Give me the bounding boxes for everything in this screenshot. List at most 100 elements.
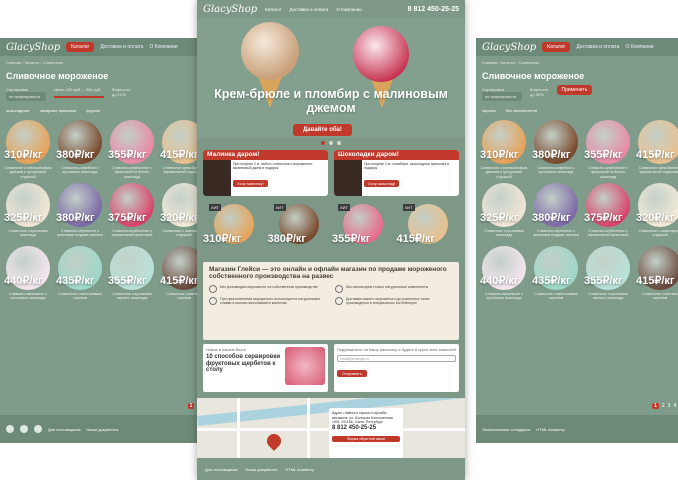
- page-1[interactable]: 1: [187, 403, 195, 409]
- apply-button[interactable]: Применить: [556, 85, 593, 95]
- fat-option[interactable]: до 30%: [530, 92, 549, 97]
- sort-select[interactable]: по популярности: [482, 92, 522, 101]
- price-slider[interactable]: [54, 96, 104, 98]
- product-name[interactable]: Сливочное с кусочками шоколада: [4, 229, 52, 238]
- product-card[interactable]: 310₽/кг Сливочное с апельсиновым джемом и…: [480, 120, 528, 180]
- fill-option[interactable]: сахарные присыпки: [40, 108, 77, 113]
- product-card[interactable]: 355₽/кг Сливочно-клубничное с присыпкой и…: [584, 120, 632, 180]
- docs-link[interactable]: Наши документы: [87, 427, 119, 432]
- product-card[interactable]: 375₽/кг Сливочно-клубничное с карамельной…: [584, 183, 632, 243]
- catalog-button[interactable]: Каталог: [542, 42, 571, 52]
- product-name[interactable]: Сливочно-черничное с цельными ягодами че…: [532, 229, 580, 238]
- product-card[interactable]: 355₽/кг Сливочное с кусочками черного шок…: [584, 246, 632, 306]
- html-academy-logo[interactable]: HTML Academy: [536, 427, 564, 432]
- slider-dot[interactable]: [329, 141, 333, 145]
- product-name[interactable]: Сливочное с ментоловым сиропом: [532, 292, 580, 301]
- promo-button[interactable]: Хочу шоколад!: [364, 180, 400, 187]
- product-name[interactable]: Сливочное с кусочками шоколада: [480, 229, 528, 238]
- product-card[interactable]: 325₽/кг Сливочное с кусочками шоколада: [480, 183, 528, 243]
- fat-option[interactable]: до 10%: [112, 92, 131, 97]
- page-2[interactable]: 2: [662, 403, 665, 409]
- nav-about[interactable]: О Компании: [625, 44, 653, 50]
- hero-cta-button[interactable]: Давайте оба!: [293, 124, 352, 136]
- feedback-button[interactable]: Форма обратной связи: [332, 435, 400, 443]
- product-grid: 310₽/кг Сливочное с апельсиновым джемом и…: [0, 116, 212, 306]
- catalog-button[interactable]: Каталог: [66, 42, 95, 52]
- html-academy-logo[interactable]: HTML Academy: [285, 467, 313, 472]
- product-card[interactable]: 320₽/кг Сливочное с шоколадной стружкой: [636, 183, 678, 243]
- slider-dot[interactable]: [337, 141, 341, 145]
- promo-button[interactable]: Хочу малинку!: [233, 180, 268, 187]
- product-name[interactable]: Сливочное с апельсиновым джемом и цитрус…: [480, 166, 528, 179]
- product-price: 415₽/кг: [636, 149, 675, 161]
- map-pin-icon[interactable]: [264, 431, 284, 451]
- product-name[interactable]: Сливочно-клубничное с присыпкой из белог…: [584, 166, 632, 179]
- product-name[interactable]: Сливочное с мятным сиропом: [636, 292, 678, 301]
- page-3[interactable]: 3: [668, 403, 671, 409]
- product-card[interactable]: 440₽/кг Сливочно-ванильное с кусочками шо…: [4, 246, 52, 306]
- product-name[interactable]: Сливочное с ментоловым сиропом: [56, 292, 104, 301]
- subscribe-button[interactable]: Отправить: [337, 370, 367, 377]
- nav-delivery[interactable]: Доставка и оплата: [576, 44, 619, 50]
- slider-dot[interactable]: [321, 141, 325, 145]
- product-card[interactable]: 380₽/кг Сливочно-кофейное с кусочками шок…: [532, 120, 580, 180]
- vk-icon[interactable]: [34, 425, 42, 433]
- product-card[interactable]: 355₽/кг Сливочно-клубничное с присыпкой и…: [108, 120, 156, 180]
- product-name[interactable]: Сливочное с апельсиновым джемом и цитрус…: [4, 166, 52, 179]
- suppliers-link[interactable]: Для поставщиков: [48, 427, 81, 432]
- page-4[interactable]: 4: [673, 403, 676, 409]
- fill-option[interactable]: сиропы: [482, 108, 496, 113]
- docs-link[interactable]: Наши документы: [246, 467, 278, 472]
- nav-delivery[interactable]: Доставка и оплата: [100, 44, 143, 50]
- product-name[interactable]: Сливочно-ванильное с кусочками шоколада: [480, 292, 528, 301]
- subscribe-email-input[interactable]: email@example.ru: [337, 355, 456, 362]
- blog-card[interactable]: Новое в нашем блоге 10 способов сервиров…: [203, 344, 328, 392]
- nav-about[interactable]: О Компании: [149, 44, 177, 50]
- product-card[interactable]: 415₽/кг Сливочное с мятным сиропом: [636, 246, 678, 306]
- product-card[interactable]: 380₽/кг Сливочно-кофейное с кусочками шок…: [56, 120, 104, 180]
- product-card[interactable]: 375₽/кг Сливочно-клубничное с карамельной…: [108, 183, 156, 243]
- product-name[interactable]: Сливочно-ванильное с кусочками шоколада: [4, 292, 52, 301]
- sort-select[interactable]: по популярности: [6, 92, 46, 101]
- product-card[interactable]: 435₽/кг Сливочное с ментоловым сиропом: [532, 246, 580, 306]
- product-name[interactable]: Сливочно-клубничное с карамельной присып…: [584, 229, 632, 238]
- product-name[interactable]: Сливочное с кусочками черного шоколада: [108, 292, 156, 301]
- fill-option[interactable]: фрукты: [86, 108, 100, 113]
- product-card[interactable]: 310₽/кг ХИТ: [203, 204, 266, 260]
- product-name[interactable]: Сливочно-кофейное с кусочками шоколада: [56, 166, 104, 175]
- product-card[interactable]: 325₽/кг Сливочное с кусочками шоколада: [4, 183, 52, 243]
- product-card[interactable]: 415₽/кг Сливочное крем-брюле с карамельно…: [636, 120, 678, 180]
- product-name[interactable]: Сливочно-черничное с цельными ягодами че…: [56, 229, 104, 238]
- product-card[interactable]: 415₽/кг ХИТ: [397, 204, 460, 260]
- suppliers-link[interactable]: Для поставщиков: [205, 467, 238, 472]
- logo[interactable]: GlacyShop: [482, 42, 536, 53]
- product-name[interactable]: Сливочное крем-брюле с карамельной подсы…: [636, 166, 678, 175]
- fill-option[interactable]: шоколадные: [6, 108, 30, 113]
- twitter-icon[interactable]: [6, 425, 14, 433]
- product-card[interactable]: 355₽/кг ХИТ: [332, 204, 395, 260]
- product-name[interactable]: Сливочно-кофейное с кусочками шоколада: [532, 166, 580, 175]
- product-card[interactable]: 440₽/кг Сливочно-ванильное с кусочками шо…: [480, 246, 528, 306]
- page-1[interactable]: 1: [652, 403, 659, 409]
- facebook-icon[interactable]: [20, 425, 28, 433]
- product-price: 380₽/кг: [532, 149, 571, 161]
- product-card[interactable]: 435₽/кг Сливочное с ментоловым сиропом: [56, 246, 104, 306]
- product-price: 415₽/кг: [396, 233, 436, 245]
- ecology-link[interactable]: Экологические стандарты: [482, 427, 530, 432]
- product-card[interactable]: 380₽/кг Сливочно-черничное с цельными яго…: [532, 183, 580, 243]
- product-card[interactable]: 380₽/кг Сливочно-черничное с цельными яго…: [56, 183, 104, 243]
- product-name[interactable]: Сливочно-клубничное с карамельной присып…: [108, 229, 156, 238]
- product-name[interactable]: Сливочное с кусочками черного шоколада: [584, 292, 632, 301]
- product-card[interactable]: 355₽/кг Сливочное с кусочками черного шок…: [108, 246, 156, 306]
- nav-delivery[interactable]: Доставка и оплата: [289, 7, 328, 12]
- product-name[interactable]: Сливочное с шоколадной стружкой: [636, 229, 678, 238]
- logo[interactable]: GlacyShop: [203, 4, 257, 15]
- product-name[interactable]: Сливочно-клубничное с присыпкой из белог…: [108, 166, 156, 179]
- nav-catalog[interactable]: Каталог: [265, 7, 281, 12]
- logo[interactable]: GlacyShop: [6, 42, 60, 53]
- product-card[interactable]: 380₽/кг ХИТ: [268, 204, 331, 260]
- product-card[interactable]: 310₽/кг Сливочное с апельсиновым джемом и…: [4, 120, 52, 180]
- nav-about[interactable]: О Компании: [336, 7, 361, 12]
- fill-option[interactable]: без наполнителя: [506, 108, 537, 113]
- product-price: 375₽/кг: [584, 212, 623, 224]
